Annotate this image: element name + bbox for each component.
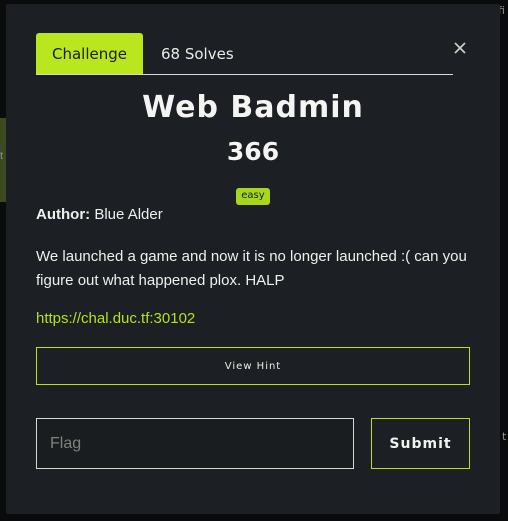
background-text: t <box>502 430 507 443</box>
tab-solves[interactable]: 68 Solves <box>161 33 234 74</box>
view-hint-button[interactable]: View Hint <box>36 347 470 385</box>
modal-tabs: Challenge 68 Solves <box>36 33 453 75</box>
challenge-link[interactable]: https://chal.duc.tf:30102 <box>36 310 195 327</box>
author-name: Blue Alder <box>94 206 163 223</box>
challenge-modal: Challenge 68 Solves Web Badmin 366 easy … <box>6 4 500 514</box>
background-text: t <box>0 150 4 162</box>
author-line: Author: Blue Alder <box>36 206 163 223</box>
author-label: Author: <box>36 206 91 223</box>
flag-input[interactable] <box>36 418 354 469</box>
tab-challenge[interactable]: Challenge <box>36 33 143 74</box>
submit-button[interactable]: Submit <box>371 418 470 469</box>
close-icon-glyph <box>454 42 466 54</box>
challenge-title: Web Badmin <box>142 90 364 125</box>
close-icon[interactable] <box>452 40 468 56</box>
difficulty-badge: easy <box>236 188 270 205</box>
challenge-description: We launched a game and now it is no long… <box>36 248 467 289</box>
challenge-points: 366 <box>226 137 280 166</box>
difficulty-badge-wrap: easy <box>6 185 500 205</box>
